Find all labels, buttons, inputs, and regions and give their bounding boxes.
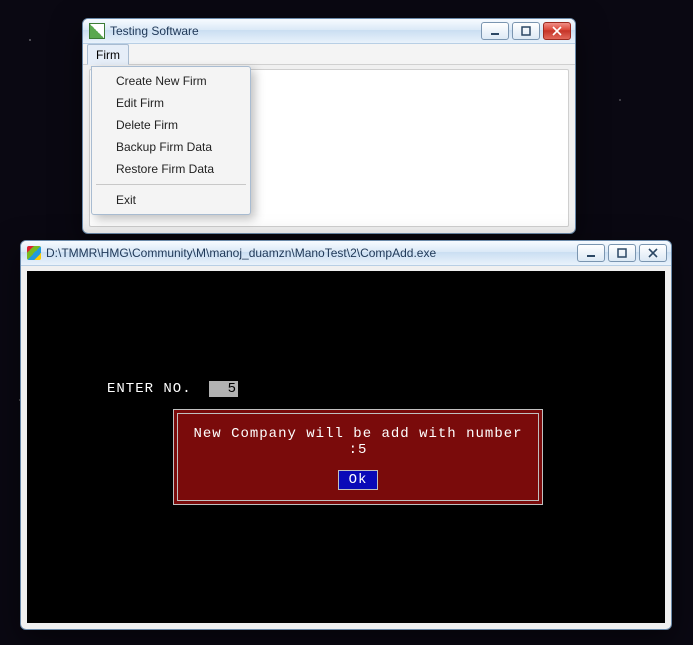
app-icon [89, 23, 105, 39]
minimize-button[interactable] [481, 22, 509, 40]
windows-flag-icon [27, 246, 41, 260]
maximize-button[interactable] [608, 244, 636, 262]
close-button[interactable] [543, 22, 571, 40]
window-title: D:\TMMR\HMG\Community\M\manoj_duamzn\Man… [46, 246, 577, 260]
menu-firm[interactable]: Firm [87, 44, 129, 65]
menu-separator [96, 184, 246, 185]
window-console: D:\TMMR\HMG\Community\M\manoj_duamzn\Man… [20, 240, 672, 630]
window-title: Testing Software [110, 24, 481, 38]
ok-button[interactable]: Ok [338, 470, 379, 490]
close-button[interactable] [639, 244, 667, 262]
menu-item-edit-firm[interactable]: Edit Firm [92, 92, 250, 114]
prompt-label: ENTER NO. [107, 381, 192, 397]
console-prompt-row: ENTER NO. 5 [107, 381, 238, 397]
window-testing-software: Testing Software Firm Create New Firm Ed… [82, 18, 576, 234]
dialog-inner: New Company will be add with number :5 O… [177, 413, 539, 501]
menu-firm-dropdown: Create New Firm Edit Firm Delete Firm Ba… [91, 66, 251, 215]
desktop: Testing Software Firm Create New Firm Ed… [0, 0, 693, 645]
menu-item-exit[interactable]: Exit [92, 189, 250, 211]
menu-item-restore-firm-data[interactable]: Restore Firm Data [92, 158, 250, 180]
window-controls [577, 244, 667, 262]
dialog-message: New Company will be add with number :5 [186, 426, 530, 458]
menubar: Firm [83, 44, 575, 65]
titlebar[interactable]: Testing Software [83, 19, 575, 44]
console-area: ENTER NO. 5 New Company will be add with… [27, 271, 665, 623]
maximize-button[interactable] [512, 22, 540, 40]
enter-no-input[interactable]: 5 [209, 381, 238, 397]
menu-item-create-new-firm[interactable]: Create New Firm [92, 70, 250, 92]
menu-item-delete-firm[interactable]: Delete Firm [92, 114, 250, 136]
minimize-button[interactable] [577, 244, 605, 262]
menu-item-backup-firm-data[interactable]: Backup Firm Data [92, 136, 250, 158]
titlebar[interactable]: D:\TMMR\HMG\Community\M\manoj_duamzn\Man… [21, 241, 671, 266]
confirm-dialog: New Company will be add with number :5 O… [173, 409, 543, 505]
window-controls [481, 22, 571, 40]
